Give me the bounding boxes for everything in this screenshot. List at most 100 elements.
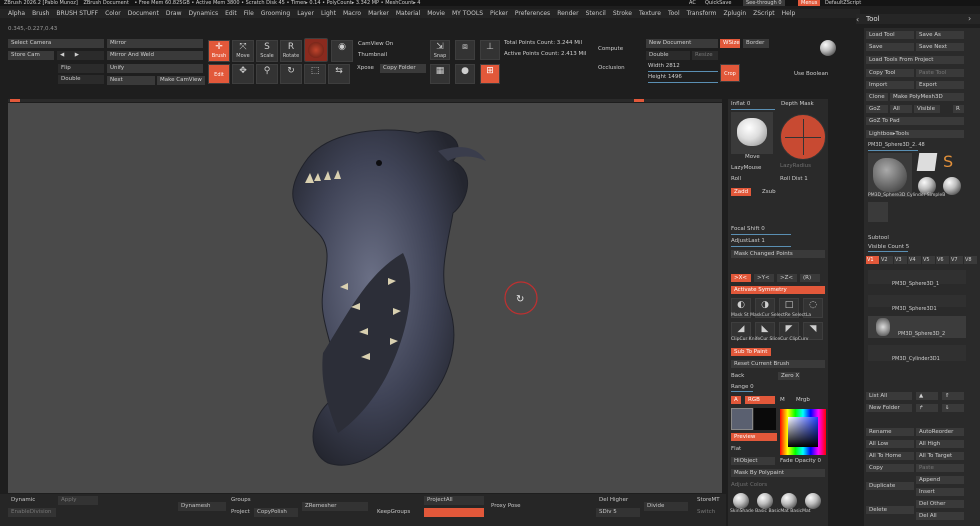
zremesher-button[interactable]: ZRemesher [302,502,368,511]
adjust-last-slider[interactable]: AdjustLast 1 [731,237,765,245]
brush-falloff-dial[interactable] [780,114,826,160]
edit-button[interactable]: Edit [208,64,230,84]
focal-shift-slider[interactable]: Focal Shift 0 [731,225,765,233]
menu-render[interactable]: Render [557,10,578,17]
material-basicmat-icon[interactable] [781,493,797,509]
paste-subtool-button[interactable]: Paste [916,464,964,472]
width-field[interactable]: Width 2812 [648,62,680,70]
main-color-swatch[interactable] [731,408,753,430]
occlusion-button[interactable]: Occlusion [598,64,625,72]
keepgroups-toggle[interactable]: KeepGroups [374,508,418,517]
make-polymesh-button[interactable]: Make PolyMesh3D [890,93,964,101]
lsym-button[interactable]: ⇆ [328,64,350,84]
divide-button[interactable]: Divide [644,502,688,511]
move-button[interactable]: ⤧ Move [232,40,254,62]
dynamesh-button[interactable]: Dynamesh [178,502,226,511]
arrow-right-icon[interactable]: ▶ [75,52,79,58]
mrgb-toggle[interactable]: Mrgb [796,396,810,404]
import-button[interactable]: Import [866,81,914,89]
save-next-button[interactable]: Save Next [916,43,964,51]
polyf-button[interactable]: ⊞ [480,64,500,84]
double-button[interactable]: Double [58,75,104,84]
zplugin-thumb-icon[interactable]: S [943,152,953,171]
rgb-toggle[interactable]: RGB [745,396,775,404]
insert-button[interactable]: Insert [916,488,964,496]
snap-button[interactable]: ⇲ Snap [430,40,450,60]
visible-count-slider[interactable]: Visible Count 5 [868,243,909,251]
ai-button[interactable]: AC [686,0,699,6]
mask-changed-button[interactable]: Mask Changed Points [731,250,825,258]
range-track[interactable] [731,391,753,392]
camera-button[interactable]: ◉ [331,40,353,62]
copy-subtool-button[interactable]: Copy [866,464,914,472]
alpha-preview[interactable] [731,112,773,154]
quicksave-button[interactable]: QuickSave [702,0,734,6]
move-in-button[interactable]: ↱ [916,404,938,412]
sdiv-slider[interactable]: SDiv 5 [596,508,640,517]
preview-toggle[interactable]: Preview [731,433,777,441]
goz-all-button[interactable]: All [890,105,912,113]
goz-visible-button[interactable]: Visible [914,105,940,113]
height-slider[interactable] [648,82,718,83]
viewport-canvas[interactable]: ↻ [8,103,722,493]
color-picker-ring[interactable] [780,409,826,455]
depth-mask-button[interactable]: Depth Mask [781,100,814,108]
visibility-tab-v1[interactable]: V1 [866,256,879,264]
current-tool-thumb[interactable] [868,153,912,197]
scroll-button[interactable]: ✥ [232,64,254,84]
secondary-color-swatch[interactable] [754,408,776,430]
menu-layer[interactable]: Layer [297,10,314,17]
duplicate-button[interactable]: Duplicate [866,482,914,490]
delete-button[interactable]: Delete [866,506,914,514]
dragon-sculpt[interactable]: ↻ [8,103,722,493]
focal-shift-track[interactable] [731,234,791,235]
proxy-pose-button[interactable]: Proxy Pose [488,502,544,511]
chevron-left-icon[interactable]: ‹ [856,15,859,24]
save-as-button[interactable]: Save As [916,31,964,39]
menu-tool[interactable]: Tool [668,10,680,17]
move-up-fast-button[interactable]: ⇑ [942,392,964,400]
unify-button[interactable]: Unify [107,64,203,73]
paste-tool-button[interactable]: Paste Tool [916,69,964,77]
flat-toggle[interactable]: Flat [731,445,741,453]
camview-on-toggle[interactable]: CamView On [358,40,393,48]
lazy-radius-slider[interactable]: LazyRadius [780,162,811,170]
use-boolean-toggle[interactable]: Use Boolean [794,70,828,78]
range-slider[interactable]: Range 0 [731,383,754,391]
goz-button[interactable]: GoZ [866,105,888,113]
activate-symmetry-button[interactable]: Activate Symmetry [731,286,825,294]
apply-button[interactable]: Apply [58,496,98,505]
menu-grooming[interactable]: Grooming [261,10,290,17]
camera-nav[interactable]: ◀ ▶ [57,51,104,60]
tool-slider-track[interactable] [868,150,918,151]
material-basicmat2-icon[interactable] [805,493,821,509]
lazy-mouse-toggle[interactable]: LazyMouse [731,164,761,172]
ruler-right-marker[interactable] [634,99,644,102]
new-folder-button[interactable]: New Folder [866,404,912,412]
export-button[interactable]: Export [916,81,964,89]
draw-button[interactable]: ✛ Brush [208,40,230,62]
visibility-tab-v3[interactable]: V3 [894,256,907,264]
store-mt-button[interactable]: StoreMT [694,496,724,505]
next-button[interactable]: Next [107,76,155,85]
menu-texture[interactable]: Texture [639,10,661,17]
sym-r-toggle[interactable]: (R) [800,274,820,282]
sub-to-paint-button[interactable]: Sub To Paint [731,348,771,356]
subtool-header[interactable]: Subtool [868,234,889,242]
menu-material[interactable]: Material [396,10,420,17]
menu-document[interactable]: Document [128,10,159,17]
del-other-button[interactable]: Del Other [916,500,964,508]
menu-brush-stuff[interactable]: BRUSH STUFF [56,10,98,17]
lightbox-tools-button[interactable]: Lightbox▸Tools [866,130,964,138]
project-all-option[interactable] [424,508,484,517]
subtool-row-2[interactable]: PM3D_Sphere3D1 [868,295,966,312]
flip-button[interactable]: Flip [58,64,104,73]
fade-opacity-slider[interactable]: Fade Opacity 0 [780,457,821,465]
menu-stroke[interactable]: Stroke [613,10,632,17]
autoreorder-button[interactable]: AutoReorder [916,428,964,436]
menu-alpha[interactable]: Alpha [8,10,25,17]
chevron-right-icon[interactable]: › [968,14,971,23]
roll-dist-slider[interactable]: Roll Dist 1 [780,175,808,183]
zsub-button[interactable]: Zsub [762,188,776,196]
height-field[interactable]: Height 1496 [648,73,682,81]
